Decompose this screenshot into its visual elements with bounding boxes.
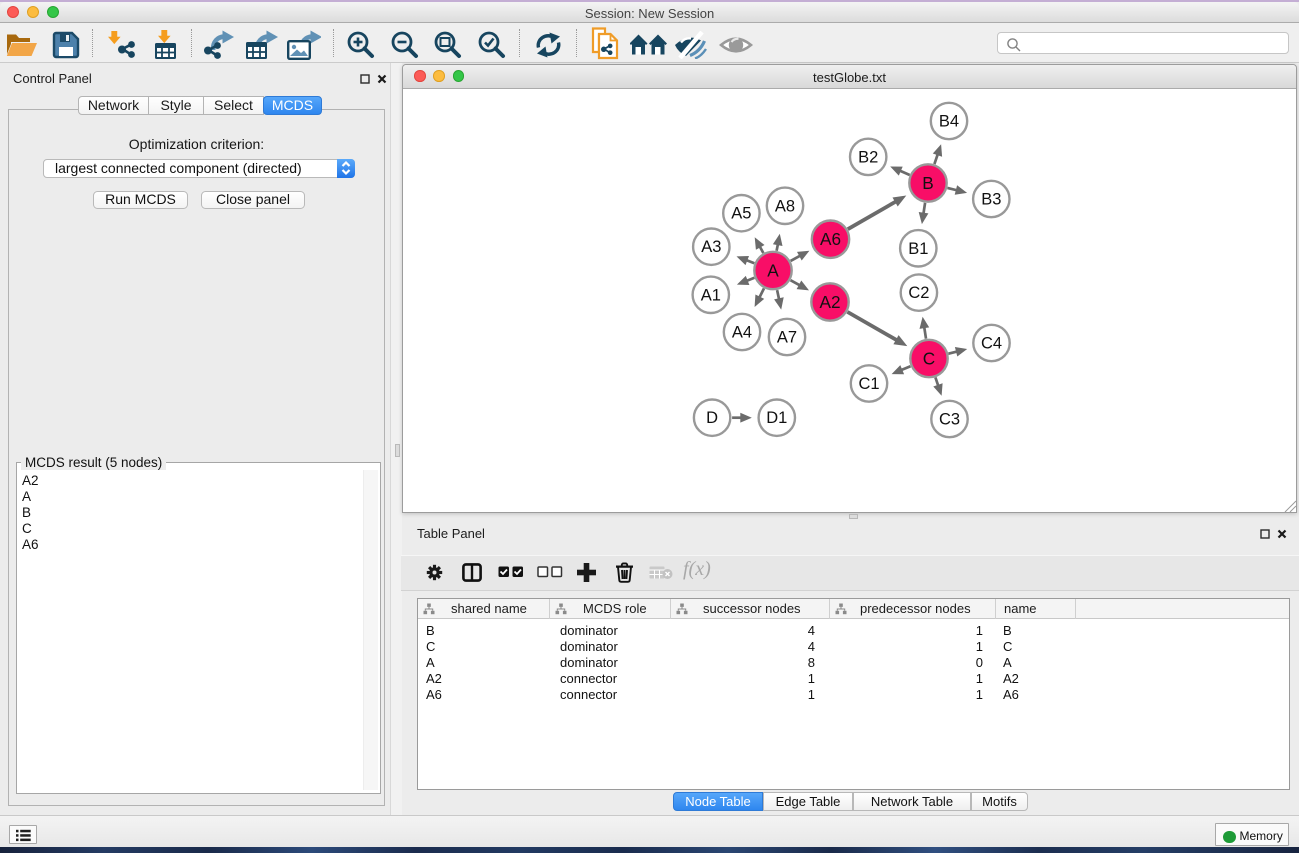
svg-text:A7: A7: [777, 329, 797, 347]
svg-text:C4: C4: [981, 335, 1002, 353]
svg-text:A2: A2: [819, 292, 840, 312]
svg-text:A: A: [767, 261, 779, 281]
svg-text:C2: C2: [908, 284, 929, 302]
svg-text:A3: A3: [701, 238, 721, 256]
svg-text:A8: A8: [775, 197, 795, 215]
svg-text:D: D: [706, 409, 718, 427]
svg-text:C3: C3: [939, 411, 960, 429]
svg-text:B: B: [922, 173, 933, 193]
svg-text:A6: A6: [820, 229, 841, 249]
svg-text:A1: A1: [701, 286, 721, 304]
svg-text:D1: D1: [766, 409, 787, 427]
svg-text:A4: A4: [732, 324, 752, 342]
svg-text:C: C: [923, 349, 935, 369]
svg-text:B3: B3: [981, 191, 1001, 209]
svg-text:B2: B2: [858, 148, 878, 166]
svg-text:C1: C1: [858, 375, 879, 393]
svg-text:B4: B4: [939, 113, 959, 131]
svg-text:B1: B1: [908, 240, 928, 258]
svg-text:A5: A5: [731, 205, 751, 223]
